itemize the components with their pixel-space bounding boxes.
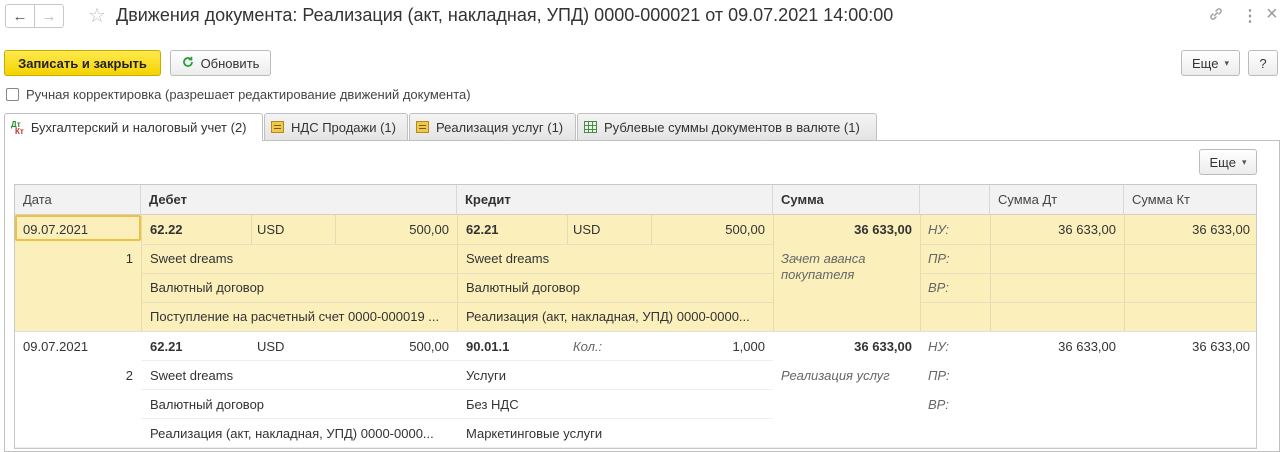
forward-button[interactable]: → (34, 4, 64, 28)
nu-label: НУ: (928, 222, 950, 237)
row-date: 09.07.2021 (23, 222, 89, 237)
col-blank[interactable] (920, 185, 990, 215)
credit-amount: 500,00 (725, 222, 765, 237)
debit-amount: 500,00 (409, 222, 449, 237)
row-date: 09.07.2021 (23, 339, 89, 354)
pr-label: ПР: (928, 251, 950, 266)
tab-accounting[interactable]: Дт Кт Бухгалтерский и налоговый учет (2) (4, 113, 263, 141)
page-title: Движения документа: Реализация (акт, нак… (116, 5, 894, 25)
tab-label: НДС Продажи (1) (291, 119, 396, 135)
save-and-close-button[interactable]: Записать и закрыть (4, 50, 161, 76)
help-label: ? (1259, 55, 1267, 71)
link-icon[interactable] (1208, 6, 1224, 26)
debit-amount: 500,00 (409, 339, 449, 354)
table-more-button[interactable]: Еще ▾ (1199, 149, 1257, 175)
vr-label: ВР: (928, 280, 949, 295)
col-sum-kt[interactable]: Сумма Кт (1124, 185, 1256, 215)
col-date[interactable]: Дата (15, 185, 141, 215)
tab-label: Реализация услуг (1) (436, 119, 564, 135)
help-button[interactable]: ? (1248, 50, 1278, 76)
col-debit[interactable]: Дебет (141, 185, 457, 215)
arrow-right-icon: → (41, 7, 57, 25)
credit-account: 90.01.1 (466, 339, 510, 354)
refresh-icon (182, 55, 194, 71)
entries-table: Дата Дебет Кредит Сумма Сумма Дт Сумма К… (14, 184, 1257, 449)
table-more-label: Еще (1209, 154, 1236, 170)
debit-subconto-1: Sweet dreams (150, 251, 234, 266)
col-sum[interactable]: Сумма (773, 185, 920, 215)
pr-label: ПР: (928, 368, 950, 383)
more-label: Еще (1192, 55, 1219, 71)
more-menu-icon[interactable]: ⋮ (1242, 6, 1258, 26)
tab-ruble-sums[interactable]: Рублевые суммы документов в валюте (1) (577, 113, 877, 140)
entry-sum: 36 633,00 (854, 339, 912, 354)
tab-label: Рублевые суммы документов в валюте (1) (604, 119, 860, 135)
debit-subconto-1: Sweet dreams (150, 368, 234, 383)
table-header: Дата Дебет Кредит Сумма Сумма Дт Сумма К… (15, 185, 1256, 215)
debit-currency: USD (257, 222, 285, 237)
debit-subconto-2: Валютный договор (150, 397, 265, 412)
tab-vat-sales[interactable]: НДС Продажи (1) (264, 113, 408, 140)
table-row[interactable]: 09.07.2021 2 62.21 USD 500,00 Sweet drea… (15, 331, 1256, 448)
manual-edit-checkbox[interactable] (6, 88, 19, 101)
refresh-label: Обновить (200, 55, 260, 71)
debit-account: 62.21 (150, 339, 183, 354)
caret-down-icon: ▾ (1241, 156, 1247, 167)
dt-kt-icon: Дт Кт (11, 119, 24, 136)
entry-content: Реализация услуг (781, 368, 890, 383)
nu-label: НУ: (928, 339, 950, 354)
debit-currency: USD (257, 339, 285, 354)
row-number: 1 (125, 251, 133, 266)
debit-subconto-3: Поступление на расчетный счет 0000-00001… (150, 309, 440, 324)
debit-subconto-3: Реализация (акт, накладная, УПД) 0000-00… (150, 426, 434, 441)
debit-subconto-2: Валютный договор (150, 280, 265, 295)
credit-subconto-2: Без НДС (466, 397, 519, 412)
credit-subconto-1: Услуги (466, 368, 506, 383)
more-button[interactable]: Еще ▾ (1181, 50, 1240, 76)
table-row[interactable]: 09.07.2021 1 62.22 USD 500,00 Sweet drea… (15, 215, 1256, 331)
register-icon (416, 121, 429, 133)
sum-dt: 36 633,00 (1058, 222, 1116, 237)
manual-edit-label[interactable]: Ручная корректировка (разрешает редактир… (26, 87, 471, 102)
credit-currency: USD (573, 222, 601, 237)
credit-account: 62.21 (466, 222, 499, 237)
star-icon[interactable]: ☆ (88, 3, 106, 28)
credit-qty-label: Кол.: (573, 339, 603, 354)
register-icon (271, 121, 284, 133)
tab-label: Бухгалтерский и налоговый учет (2) (30, 120, 247, 135)
close-icon[interactable]: × (1266, 3, 1278, 26)
caret-down-icon: ▾ (1224, 57, 1229, 68)
save-and-close-label: Записать и закрыть (18, 55, 147, 71)
tab-services-sales[interactable]: Реализация услуг (1) (409, 113, 576, 140)
refresh-button[interactable]: Обновить (170, 50, 271, 76)
row-number: 2 (125, 368, 133, 383)
debit-account: 62.22 (150, 222, 183, 237)
credit-subconto-3: Реализация (акт, накладная, УПД) 0000-00… (466, 309, 750, 324)
credit-subconto-1: Sweet dreams (466, 251, 550, 266)
arrow-left-icon: ← (12, 7, 28, 25)
entry-sum: 36 633,00 (854, 222, 912, 237)
credit-subconto-2: Валютный договор (466, 280, 581, 295)
credit-subconto-3: Маркетинговые услуги (466, 426, 603, 441)
col-sum-dt[interactable]: Сумма Дт (990, 185, 1124, 215)
col-credit[interactable]: Кредит (457, 185, 773, 215)
sum-dt: 36 633,00 (1058, 339, 1116, 354)
grid-icon (584, 121, 597, 133)
sum-kt: 36 633,00 (1192, 222, 1250, 237)
credit-qty: 1,000 (732, 339, 765, 354)
entry-content: Зачет аванса покупателя (781, 251, 866, 282)
vr-label: ВР: (928, 397, 949, 412)
back-button[interactable]: ← (5, 4, 35, 28)
sum-kt: 36 633,00 (1192, 339, 1250, 354)
